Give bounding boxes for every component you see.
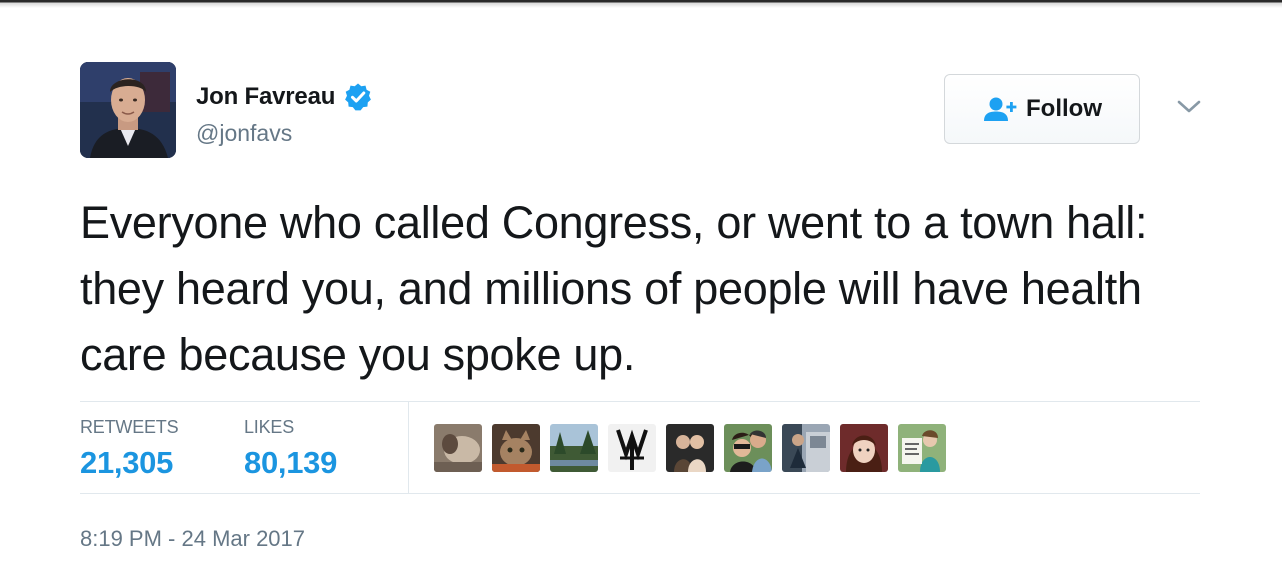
liker-avatar-2-icon[interactable] bbox=[492, 424, 540, 472]
liker-avatar-1-icon[interactable] bbox=[434, 424, 482, 472]
tweet-card: Jon Favreau @jonfavs Follow Everyone who… bbox=[0, 0, 1282, 576]
tweet-text: Everyone who called Congress, or went to… bbox=[80, 197, 1148, 380]
follow-user-icon bbox=[982, 96, 1020, 122]
likes-stat[interactable]: LIKES 80,139 bbox=[244, 401, 337, 481]
verified-badge-icon bbox=[343, 82, 373, 112]
liker-avatar-7-icon[interactable] bbox=[782, 424, 830, 472]
liker-avatar-6-icon[interactable] bbox=[724, 424, 772, 472]
liker-avatar-8-icon[interactable] bbox=[840, 424, 888, 472]
retweets-count: 21,305 bbox=[80, 445, 174, 480]
stats-separator bbox=[408, 401, 409, 493]
likes-count: 80,139 bbox=[244, 445, 338, 480]
retweets-label: RETWEETS bbox=[80, 417, 179, 437]
liker-avatar-5-icon[interactable] bbox=[666, 424, 714, 472]
liker-avatar-3-icon[interactable] bbox=[550, 424, 598, 472]
stats-bottom-divider bbox=[80, 493, 1200, 494]
author-name-row: Jon Favreau bbox=[196, 82, 373, 112]
author-handle[interactable]: @jonfavs bbox=[196, 120, 292, 147]
follow-button[interactable]: Follow bbox=[944, 74, 1140, 144]
likers-avatar-list bbox=[434, 424, 956, 472]
follow-button-label: Follow bbox=[1026, 95, 1102, 122]
chevron-down-icon[interactable] bbox=[1176, 97, 1202, 117]
author-display-name[interactable]: Jon Favreau bbox=[196, 83, 335, 111]
user-avatar-icon bbox=[80, 62, 176, 158]
retweets-stat[interactable]: RETWEETS 21,305 bbox=[80, 401, 179, 481]
liker-avatar-9-icon[interactable] bbox=[898, 424, 946, 472]
likes-label: LIKES bbox=[244, 417, 295, 437]
liker-avatar-4-icon[interactable] bbox=[608, 424, 656, 472]
tweet-timestamp[interactable]: 8:19 PM - 24 Mar 2017 bbox=[80, 526, 305, 552]
author-avatar[interactable] bbox=[80, 62, 176, 158]
